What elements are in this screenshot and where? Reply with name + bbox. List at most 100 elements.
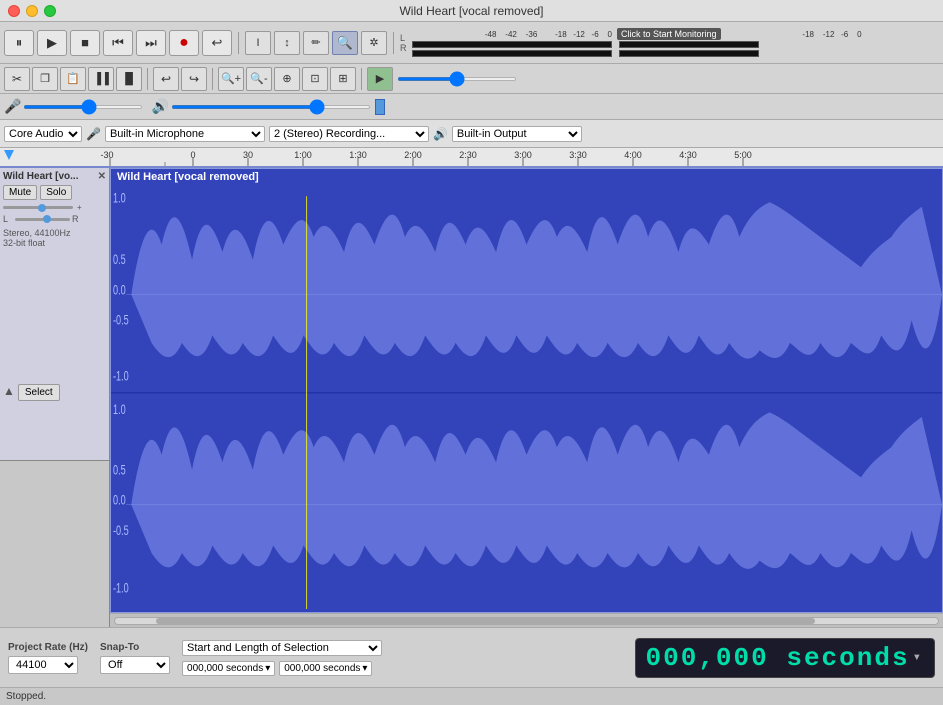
svg-text:0.0: 0.0 xyxy=(113,284,126,298)
gain-row: + xyxy=(3,203,106,212)
snap-to-label: Snap-To xyxy=(100,642,170,653)
ruler-svg: -30 0 30 1:00 1:30 2:00 2:30 3:00 3:30 4… xyxy=(0,148,930,168)
zoom-out-button[interactable]: 🔍- xyxy=(246,67,272,91)
forward-button[interactable]: ⏭ xyxy=(136,30,166,56)
trim2-tool-button[interactable]: ▐▌ xyxy=(116,67,142,91)
vu-bar-L-top xyxy=(412,41,612,48)
input-device-select[interactable]: Built-in Microphone xyxy=(105,126,265,142)
gain-slider-track xyxy=(3,206,73,209)
track-name-label: Wild Heart [vo... xyxy=(3,171,78,182)
collapse-icon[interactable]: ▲ xyxy=(3,384,15,398)
bottom-bar: Project Rate (Hz) 44100 Snap-To Off Star… xyxy=(0,627,943,687)
pause-button[interactable]: ⏸ xyxy=(4,30,34,56)
output-device-select[interactable]: Built-in Output xyxy=(452,126,582,142)
traffic-lights[interactable] xyxy=(8,5,56,17)
rewind-button[interactable]: ⏮ xyxy=(103,30,133,56)
channels-select[interactable]: 2 (Stereo) Recording... xyxy=(269,126,429,142)
draw-tool-button[interactable]: ✏ xyxy=(303,31,329,55)
pan-thumb[interactable] xyxy=(43,215,51,223)
gain-plus-icon: + xyxy=(77,203,82,212)
svg-text:4:00: 4:00 xyxy=(624,150,642,160)
separator xyxy=(238,32,239,54)
loop-button[interactable]: ↩ xyxy=(202,30,232,56)
record-button[interactable]: ● xyxy=(169,30,199,56)
track-header: Wild Heart [vo... ✕ Mute Solo + L R xyxy=(0,168,109,461)
vu-bar-R-top xyxy=(619,41,759,48)
device-bar: Core Audio 🎤 Built-in Microphone 2 (Ster… xyxy=(0,120,943,148)
pan-slider-track xyxy=(15,218,70,221)
waveform-container[interactable]: Wild Heart [vocal removed] 1.0 0.5 0.0 xyxy=(110,168,943,613)
svg-text:-1.0: -1.0 xyxy=(113,582,129,596)
waveform-title-label: Wild Heart [vocal removed] xyxy=(117,171,259,183)
time2-dropdown[interactable]: ▾ xyxy=(362,663,367,674)
select-button[interactable]: Select xyxy=(18,384,60,401)
project-rate-label: Project Rate (Hz) xyxy=(8,642,88,653)
device-mic-icon: 🎤 xyxy=(86,127,101,141)
minimize-button[interactable] xyxy=(26,5,38,17)
svg-text:0: 0 xyxy=(190,150,195,160)
track-close-button[interactable]: ✕ xyxy=(98,171,106,182)
selection-times-row: 000,000 seconds ▾ 000,000 seconds ▾ xyxy=(182,661,382,676)
zoom-fit-button[interactable]: ⊡ xyxy=(302,67,328,91)
levels-toolbar: 🎤 🔊 xyxy=(0,94,943,120)
selection-type-select[interactable]: Start and Length of Selection xyxy=(182,640,382,656)
mic-icon: 🎤 xyxy=(4,98,21,115)
output-level-slider[interactable] xyxy=(171,105,371,109)
svg-text:1:00: 1:00 xyxy=(294,150,312,160)
speed-slider-row xyxy=(397,77,517,81)
project-rate-group: Project Rate (Hz) 44100 xyxy=(8,642,88,674)
cut-tool-button[interactable]: ✂ xyxy=(4,67,30,91)
play-speed-button[interactable]: ▶ xyxy=(367,67,393,91)
track-waveform[interactable]: Wild Heart [vocal removed] 1.0 0.5 0.0 xyxy=(110,168,943,613)
zoom-sel-button[interactable]: ⊕ xyxy=(274,67,300,91)
vu-bar-L-bot xyxy=(412,50,612,57)
speed-slider[interactable] xyxy=(397,77,517,81)
select-tool-button[interactable]: I xyxy=(245,31,271,55)
envelope-tool-button[interactable]: ↕ xyxy=(274,31,300,55)
paste-tool-button[interactable]: 📋 xyxy=(60,67,86,91)
track-name-row: Wild Heart [vo... ✕ xyxy=(3,171,106,182)
project-rate-select[interactable]: 44100 xyxy=(8,656,78,674)
copy-tool-button[interactable]: ❐ xyxy=(32,67,58,91)
horizontal-scrollbar[interactable] xyxy=(110,613,943,627)
scrollbar-thumb[interactable] xyxy=(156,618,814,624)
gain-thumb[interactable] xyxy=(38,204,46,212)
svg-text:4:30: 4:30 xyxy=(679,150,697,160)
undo-button[interactable]: ↩ xyxy=(153,67,179,91)
stop-button[interactable]: ■ xyxy=(70,30,100,56)
selection-time1[interactable]: 000,000 seconds ▾ xyxy=(182,661,275,676)
sep5 xyxy=(361,68,362,90)
svg-text:0.5: 0.5 xyxy=(113,254,126,268)
redo-button[interactable]: ↪ xyxy=(181,67,207,91)
sep3 xyxy=(147,68,148,90)
maximize-button[interactable] xyxy=(44,5,56,17)
svg-text:-0.5: -0.5 xyxy=(113,524,129,538)
status-text: Stopped. xyxy=(6,691,46,702)
svg-text:-1.0: -1.0 xyxy=(113,370,129,384)
track-spacer xyxy=(3,248,106,378)
play-button[interactable]: ▶ xyxy=(37,30,67,56)
audio-host-select[interactable]: Core Audio xyxy=(4,126,82,142)
close-button[interactable] xyxy=(8,5,20,17)
vu-scale-right: -18 -12 -6 0 xyxy=(722,30,862,39)
time-tool-button[interactable]: ✲ xyxy=(361,31,387,55)
monitor-button[interactable]: Click to Start Monitoring xyxy=(617,28,721,40)
time-display: 000,000 seconds ▾ xyxy=(635,638,935,678)
trim-tool-button[interactable]: ▐▐ xyxy=(88,67,114,91)
svg-text:2:30: 2:30 xyxy=(459,150,477,160)
zoom-tool-button[interactable]: 🔍 xyxy=(332,31,358,55)
time1-dropdown[interactable]: ▾ xyxy=(265,663,270,674)
solo-button[interactable]: Solo xyxy=(40,185,72,200)
snap-to-select[interactable]: Off xyxy=(100,656,170,674)
svg-text:1.0: 1.0 xyxy=(113,192,126,206)
vu-meter-top-row: LR -48 -42 -36 -18 -12 -6 0 Click to Sta… xyxy=(400,28,862,57)
selection-time2[interactable]: 000,000 seconds ▾ xyxy=(279,661,372,676)
zoom-track-button[interactable]: ⊞ xyxy=(330,67,356,91)
waveform-area: Wild Heart [vocal removed] 1.0 0.5 0.0 xyxy=(110,168,943,627)
input-level-slider[interactable] xyxy=(23,105,143,109)
time-display-dropdown[interactable]: ▾ xyxy=(913,649,924,666)
title-bar: Wild Heart [vocal removed] xyxy=(0,0,943,22)
zoom-in-button[interactable]: 🔍+ xyxy=(218,67,244,91)
svg-text:0.5: 0.5 xyxy=(113,464,126,478)
mute-button[interactable]: Mute xyxy=(3,185,37,200)
